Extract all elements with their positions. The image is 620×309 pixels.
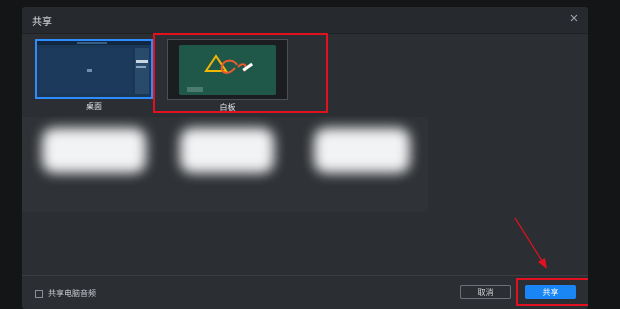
annotation-arrow <box>514 217 547 269</box>
